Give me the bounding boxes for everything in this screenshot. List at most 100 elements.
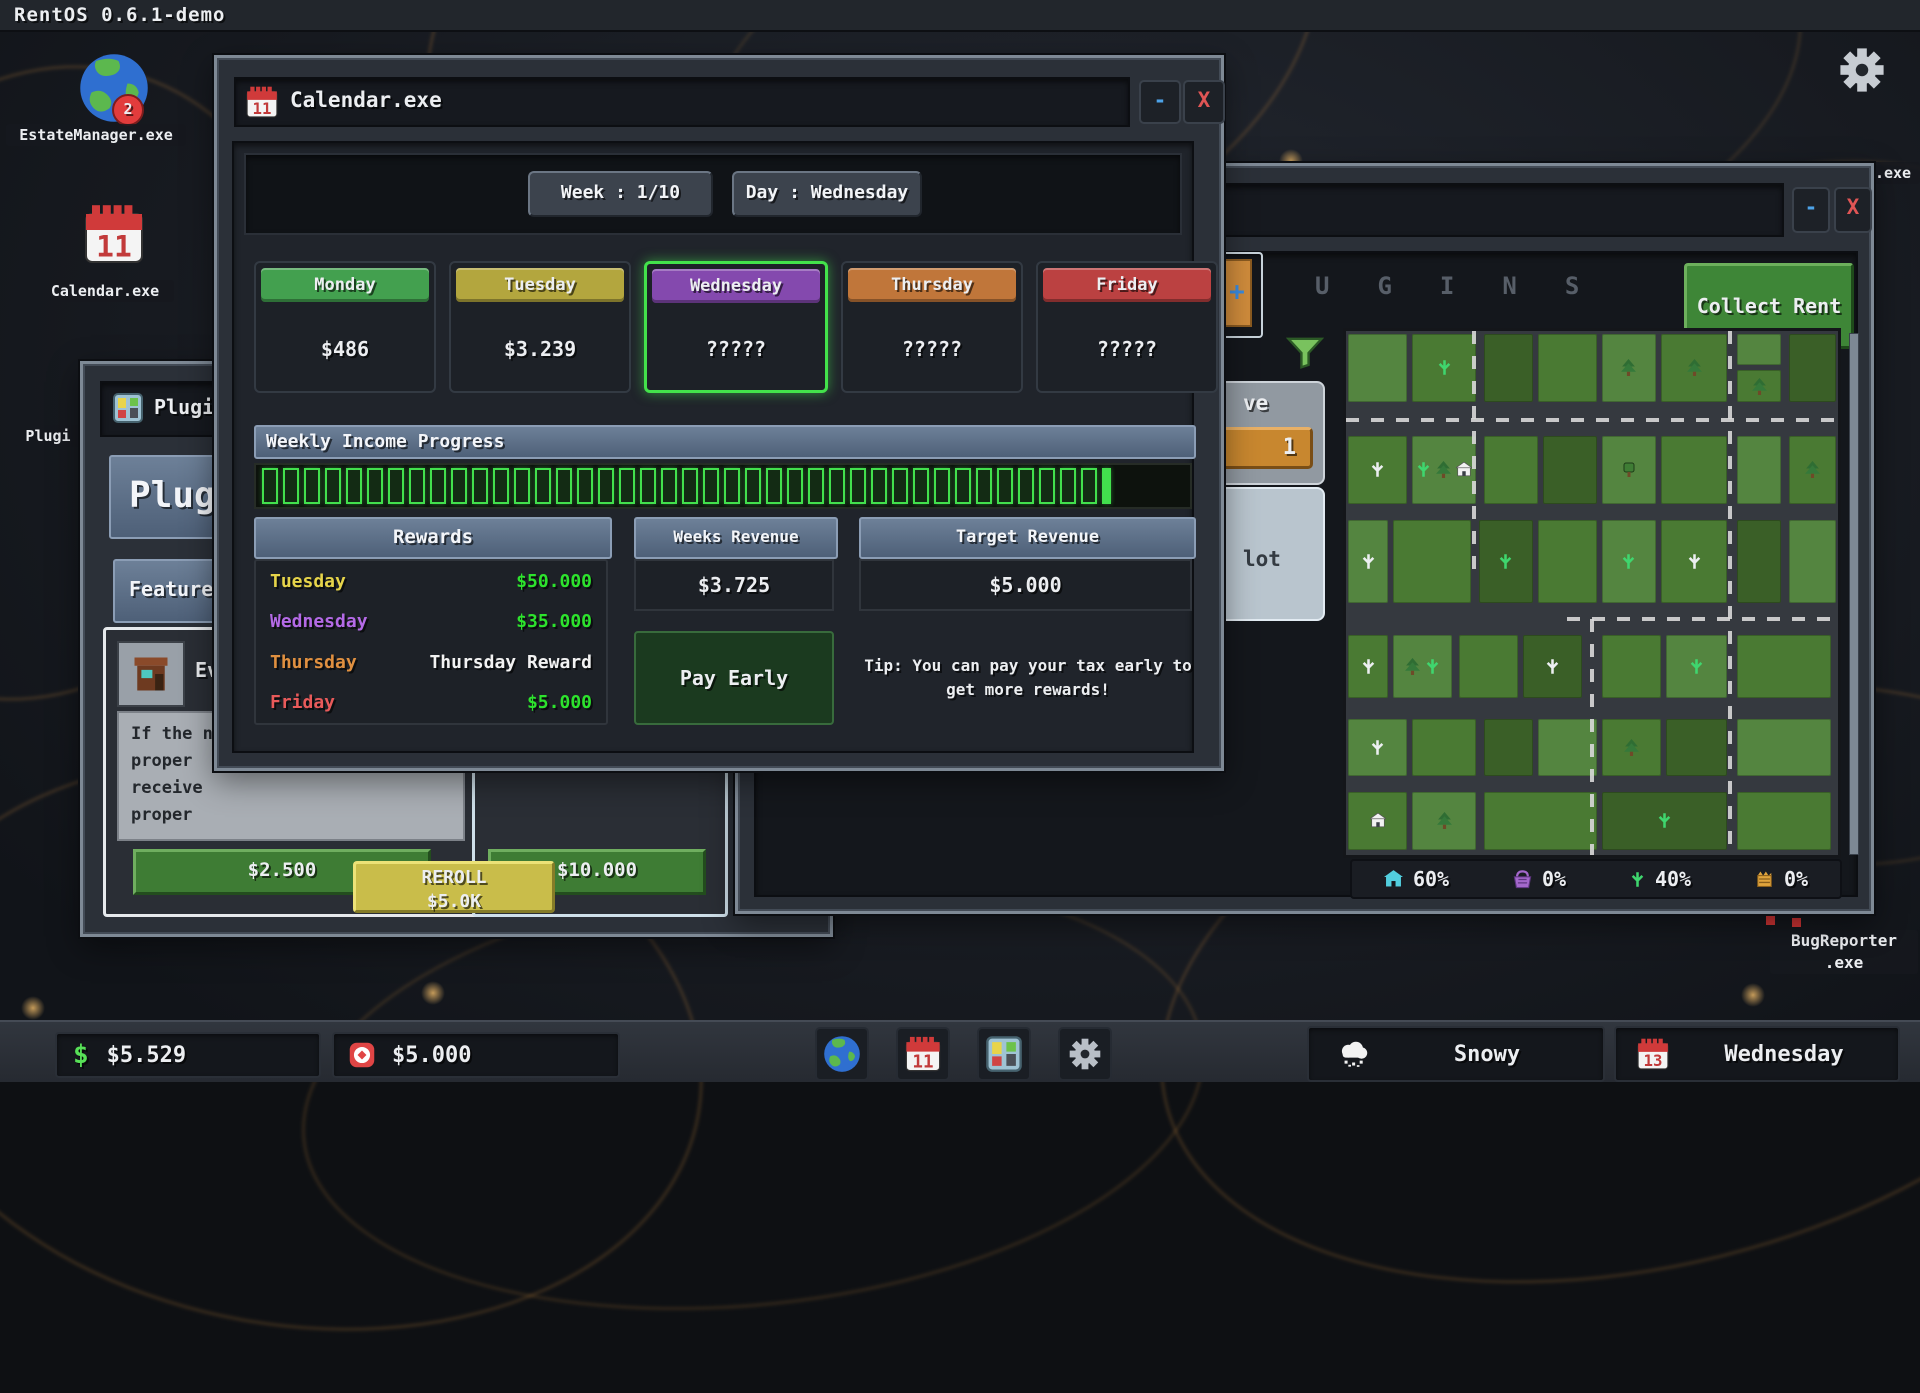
tray-icon-calendar[interactable]: 11 xyxy=(896,1027,950,1081)
map-tile[interactable] xyxy=(1479,520,1533,604)
map-tile[interactable] xyxy=(1789,436,1836,504)
date-indicator[interactable]: 13 Wednesday xyxy=(1614,1026,1900,1082)
map-tile[interactable] xyxy=(1737,792,1830,850)
map-tile[interactable] xyxy=(1543,436,1597,504)
map-tile[interactable] xyxy=(1348,436,1407,504)
map-tile[interactable] xyxy=(1484,792,1597,850)
tree-icon xyxy=(1621,359,1636,376)
map-tile[interactable] xyxy=(1789,334,1836,402)
taskbar: $ $5.529 $5.000 11 Snowy 13 Wednesday xyxy=(0,1020,1920,1082)
day-cards-row: Monday$486Tuesday$3.239Wednesday?????Thu… xyxy=(254,261,1198,393)
bug-icon xyxy=(1792,918,1801,927)
reward-day: Friday xyxy=(270,692,335,713)
desktop-icon-bug-reporter[interactable]: BugReporter .exe xyxy=(1750,914,1920,986)
reward-value: Thursday Reward xyxy=(429,652,592,673)
map-tile[interactable] xyxy=(1348,520,1387,604)
plant-icon xyxy=(1657,812,1672,829)
weather-value: Snowy xyxy=(1371,1042,1603,1067)
day-card-friday[interactable]: Friday????? xyxy=(1036,261,1218,393)
zone-stat-value: 60% xyxy=(1413,867,1449,891)
plant-icon xyxy=(1498,553,1513,570)
map-tile[interactable] xyxy=(1348,719,1407,777)
desktop-icon-label: EstateManager.exe xyxy=(6,124,186,146)
city-map[interactable] xyxy=(1343,328,1841,858)
house-icon xyxy=(1370,813,1386,828)
map-tile[interactable] xyxy=(1348,334,1407,402)
map-tile[interactable] xyxy=(1538,520,1597,604)
minimize-button[interactable]: - xyxy=(1139,80,1181,124)
map-tile[interactable] xyxy=(1666,719,1728,777)
map-tile[interactable] xyxy=(1602,436,1656,504)
map-tile[interactable] xyxy=(1412,719,1476,777)
weather-indicator[interactable]: Snowy xyxy=(1307,1026,1605,1082)
map-tile[interactable] xyxy=(1661,520,1727,604)
map-tile[interactable] xyxy=(1602,719,1661,777)
tray-icon-gear[interactable] xyxy=(1058,1027,1112,1081)
tray-icon-globe[interactable] xyxy=(815,1027,869,1081)
settings-gear-icon[interactable] xyxy=(1838,46,1886,94)
map-tile[interactable] xyxy=(1737,334,1781,365)
map-tile[interactable] xyxy=(1412,436,1476,504)
map-tile[interactable] xyxy=(1602,635,1661,698)
day-card-monday[interactable]: Monday$486 xyxy=(254,261,436,393)
map-tile[interactable] xyxy=(1661,436,1727,504)
filter-funnel-icon[interactable] xyxy=(1286,335,1324,371)
map-tile[interactable] xyxy=(1459,635,1518,698)
close-button[interactable]: X xyxy=(1834,187,1872,233)
tree-icon xyxy=(1405,658,1420,675)
map-tile[interactable] xyxy=(1737,436,1781,504)
map-tile[interactable] xyxy=(1666,635,1728,698)
pay-early-button[interactable]: Pay Early xyxy=(634,631,834,725)
map-tile[interactable] xyxy=(1602,792,1727,850)
map-tile[interactable] xyxy=(1737,719,1830,777)
map-tile[interactable] xyxy=(1393,635,1452,698)
progress-segment xyxy=(283,468,299,504)
calendar-window[interactable]: 11 Calendar.exe - X Week : 1/10 Day : We… xyxy=(214,55,1224,771)
map-tile[interactable] xyxy=(1737,370,1781,401)
tax-indicator[interactable]: $5.000 xyxy=(332,1032,620,1078)
map-tile[interactable] xyxy=(1484,436,1538,504)
zone-stat-value: 0% xyxy=(1542,867,1566,891)
minimize-button[interactable]: - xyxy=(1792,187,1830,233)
desktop-icon-label-fragment[interactable]: .exe xyxy=(1866,162,1920,184)
day-card-thursday[interactable]: Thursday????? xyxy=(841,261,1023,393)
desktop-icon-calendar[interactable]: 11 Calendar.exe xyxy=(78,202,218,302)
map-scrollbar[interactable] xyxy=(1849,333,1859,855)
map-tile[interactable] xyxy=(1789,520,1836,604)
rewards-list: Tuesday$50.000Wednesday$35.000ThursdayTh… xyxy=(254,559,608,725)
day-card-value: ????? xyxy=(1038,307,1216,391)
tray-icon-plugins[interactable] xyxy=(977,1027,1031,1081)
map-tile[interactable] xyxy=(1484,719,1533,777)
map-tile[interactable] xyxy=(1348,792,1407,850)
svg-text:11: 11 xyxy=(912,1052,933,1072)
map-road xyxy=(1472,331,1476,572)
day-card-wednesday[interactable]: Wednesday????? xyxy=(644,261,828,393)
reroll-button[interactable]: REROLL $5.0K xyxy=(353,861,555,913)
map-tile[interactable] xyxy=(1412,792,1476,850)
calendar-window-title-bar[interactable]: 11 Calendar.exe xyxy=(234,77,1130,127)
week-indicator-button[interactable]: Week : 1/10 xyxy=(528,171,713,217)
add-plugin-icon: + xyxy=(1222,259,1252,327)
map-tile[interactable] xyxy=(1348,635,1387,698)
map-tile[interactable] xyxy=(1737,520,1781,604)
map-tile[interactable] xyxy=(1602,520,1656,604)
map-tile[interactable] xyxy=(1412,334,1476,402)
map-tile[interactable] xyxy=(1393,520,1472,604)
map-tile[interactable] xyxy=(1661,334,1727,402)
map-tile[interactable] xyxy=(1484,334,1533,402)
desktop-icon-label: BugReporter xyxy=(1770,930,1918,952)
tree-icon xyxy=(1437,812,1452,829)
day-indicator-button[interactable]: Day : Wednesday xyxy=(732,171,922,217)
map-tile[interactable] xyxy=(1523,635,1582,698)
desktop-icon-label-plugin-fragment[interactable]: Plugi xyxy=(16,425,80,447)
map-tile[interactable] xyxy=(1538,719,1597,777)
progress-segment xyxy=(766,468,782,504)
map-tile[interactable] xyxy=(1538,334,1597,402)
money-indicator[interactable]: $ $5.529 xyxy=(55,1032,321,1078)
close-button[interactable]: X xyxy=(1183,80,1225,124)
hay-icon xyxy=(1755,870,1774,888)
day-card-tuesday[interactable]: Tuesday$3.239 xyxy=(449,261,631,393)
desktop-icon-label: Calendar.exe xyxy=(36,280,174,302)
map-tile[interactable] xyxy=(1602,334,1656,402)
map-tile[interactable] xyxy=(1737,635,1830,698)
